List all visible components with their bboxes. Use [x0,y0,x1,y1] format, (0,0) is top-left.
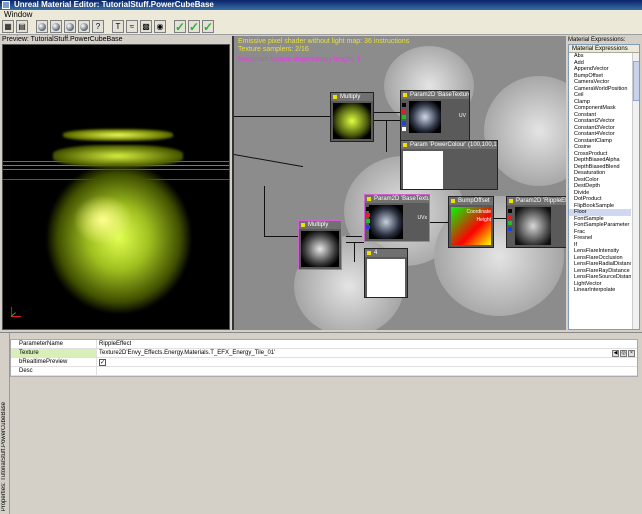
preview-label: Preview: TutorialStuff.PowerCubeBase [2,36,123,43]
properties-table: ParameterName RippleEffect Texture Textu… [10,339,638,377]
property-value-texture[interactable]: Texture2D'Envy_Effects.Energy.Materials.… [97,349,637,357]
menu-bar: Window [0,10,642,19]
property-row[interactable]: bRealtimePreview ✓ [11,358,637,367]
preview-viewport[interactable] [2,44,230,330]
use-selected-icon[interactable]: ◀ [612,350,619,357]
uvs-pin-label: UVs [417,215,427,221]
coordinate-pin-label: Coordinate [466,209,491,215]
text-icon[interactable]: T [112,20,124,33]
property-value[interactable]: RippleEffect [97,340,637,348]
node-power-colour[interactable]: Param 'PowerColour' (100,100,1,1) [400,140,498,190]
window-title: Unreal Material Editor: TutorialStuff.Po… [14,0,214,9]
node-base-texture-top[interactable]: Param2D 'BaseTexture' UV [400,90,470,142]
sphere-icon[interactable] [64,20,76,33]
expression-item[interactable]: FontSampleParameter [569,222,631,229]
material-graph-canvas[interactable]: Emissive pixel shader without light map:… [232,36,566,330]
stats-samplers: Texture samplers: 2/16 [238,46,309,53]
property-name: bRealtimePreview [11,358,97,366]
axis-gizmo-icon [9,305,23,319]
uv-pin-label: UV [459,113,466,119]
realtime-preview-checkbox[interactable]: ✓ [99,359,106,366]
property-name: Texture [11,349,97,357]
node-multiply-bottom[interactable]: Multiply [298,220,342,270]
grid-icon[interactable]: ▦ [2,20,14,33]
sphere-icon[interactable] [78,20,90,33]
property-row[interactable]: ParameterName RippleEffect [11,340,637,349]
check-icon[interactable]: ✓ [188,20,200,33]
texture-path: Texture2D'Envy_Effects.Energy.Materials.… [99,350,276,356]
expressions-scroll-thumb[interactable] [633,61,639,101]
property-name: Desc [11,367,97,375]
property-name: ParameterName [11,340,97,348]
stats-instructions: Emissive pixel shader without light map:… [238,38,410,45]
browse-icon[interactable]: ◎ [620,350,627,357]
expression-item[interactable]: LensFlareRadialDistance [569,261,631,268]
expressions-scrollbar[interactable] [632,53,639,329]
expression-item[interactable]: LinearInterpolate [569,287,631,294]
property-row[interactable]: Desc [11,367,637,376]
property-row[interactable]: Texture Texture2D'Envy_Effects.Energy.Ma… [11,349,637,358]
sphere-icon[interactable] [50,20,62,33]
node-base-texture-bottom[interactable]: Param2D 'BaseTexture' UVs [364,194,430,242]
palette-icon[interactable]: ▩ [140,20,152,33]
sphere-icon[interactable] [36,20,48,33]
realtime-icon[interactable]: ◉ [154,20,166,33]
expression-item[interactable]: LensFlareSourceDistance [569,274,631,281]
window-title-bar: Unreal Material Editor: TutorialStuff.Po… [0,0,642,10]
curve-icon[interactable]: ≈ [126,20,138,33]
property-value[interactable] [97,367,637,375]
toolbar: ▦ ▤ ? T ≈ ▩ ◉ ✓ ✓ ✓ [0,19,642,35]
node-ripple-effect[interactable]: Param2D 'RippleEffect' [506,196,566,248]
expressions-panel-label: Material Expressions: TutorialStuff [568,37,626,51]
expressions-list-header: Material Expressions [569,45,639,53]
node-multiply-top[interactable]: Multiply [330,92,374,142]
help-icon[interactable]: ? [92,20,104,33]
menu-window[interactable]: Window [4,10,32,19]
expressions-list[interactable]: Material Expressions Abs Add AppendVector B… [568,44,640,330]
stats-dependency: Maximum texture dependency length: 1 [238,56,361,63]
properties-panel: Properties: TutorialStuff.PowerCubeBase … [0,332,642,514]
clear-icon[interactable]: × [628,350,635,357]
node-constant-4[interactable]: 4 [364,248,408,298]
height-pin-label: Height [476,217,491,223]
list-icon[interactable]: ▤ [16,20,28,33]
properties-side-tab[interactable]: Properties: TutorialStuff.PowerCubeBase [0,333,10,514]
check-icon[interactable]: ✓ [202,20,214,33]
check-icon[interactable]: ✓ [174,20,186,33]
properties-empty-area [10,383,638,514]
app-icon [2,1,10,9]
node-bump-offset[interactable]: BumpOffset Coordinate Height [448,196,494,248]
